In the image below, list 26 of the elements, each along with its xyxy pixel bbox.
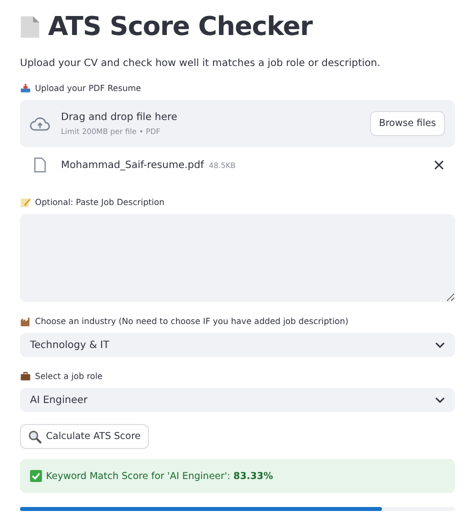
chevron-down-icon	[435, 342, 445, 348]
field-label: Upload your PDF Resume	[35, 83, 142, 93]
close-icon[interactable]	[434, 160, 444, 170]
chevron-down-icon	[435, 397, 445, 403]
page-title: ATS Score Checker	[48, 12, 312, 42]
search-icon	[28, 430, 42, 444]
job-description-field[interactable]	[20, 214, 455, 302]
calculate-button[interactable]: Calculate ATS Score	[20, 424, 149, 449]
file-icon	[34, 157, 46, 173]
inbox-tray-icon	[20, 82, 31, 94]
field-label: Choose an industry (No need to choose IF you have added job description)	[35, 316, 348, 326]
dropdown[interactable]: AI Engineer	[20, 388, 455, 412]
memo-icon	[20, 196, 31, 208]
check-icon	[30, 470, 42, 482]
factory-icon	[20, 316, 31, 326]
file-name: Mohammad_Saif-resume.pdf	[61, 160, 204, 170]
page-subtitle: Upload your CV and check how well it matches a job role or description.	[20, 58, 382, 69]
field-label: Optional: Paste Job Description	[35, 197, 164, 207]
document-icon	[20, 15, 40, 39]
dropdown[interactable]: Technology & IT	[20, 333, 455, 357]
field-label: Select a job role	[35, 371, 103, 381]
browse-files-button[interactable]: Browse files	[370, 111, 445, 136]
score-message: Keyword Match Score for 'AI Engineer': 83.33%	[46, 470, 273, 482]
dropzone-prompt: Drag and drop file here	[61, 112, 178, 122]
briefcase-icon	[20, 370, 31, 382]
cloud-upload-icon	[29, 115, 51, 132]
